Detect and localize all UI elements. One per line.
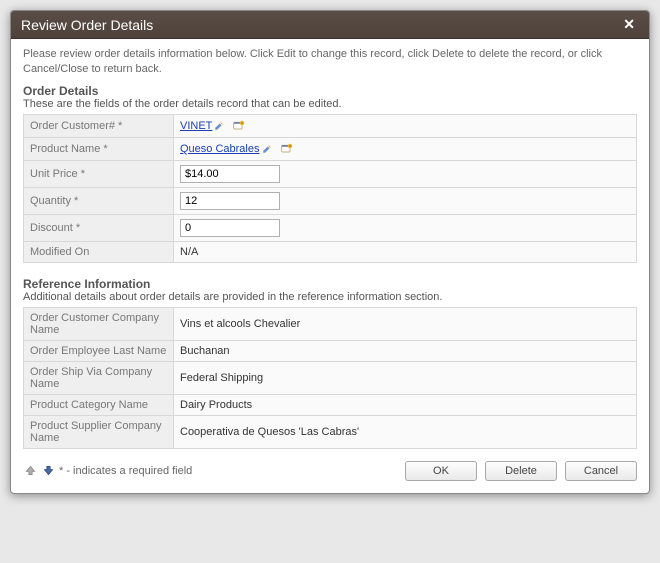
lookup-text: VINET — [180, 120, 212, 132]
row-discount: Discount * — [24, 214, 637, 241]
value-discount — [174, 214, 637, 241]
label-text: Unit Price — [30, 168, 78, 180]
required-asterisk: * — [81, 168, 85, 180]
value-order-customer: VINET — [174, 114, 637, 137]
section-desc-details: These are the fields of the order detail… — [23, 98, 637, 110]
row-cust-company: Order Customer Company Name Vins et alco… — [24, 307, 637, 340]
row-ship-via: Order Ship Via Company Name Federal Ship… — [24, 361, 637, 394]
row-order-customer: Order Customer# * VINET — [24, 114, 637, 137]
value-quantity — [174, 187, 637, 214]
label-cust-company: Order Customer Company Name — [24, 307, 174, 340]
close-icon[interactable]: ✕ — [619, 16, 639, 33]
value-unit-price — [174, 160, 637, 187]
review-order-dialog: Review Order Details ✕ Please review ord… — [10, 10, 650, 494]
label-quantity: Quantity * — [24, 187, 174, 214]
label-prod-cat: Product Category Name — [24, 394, 174, 415]
row-unit-price: Unit Price * — [24, 160, 637, 187]
label-ship-via: Order Ship Via Company Name — [24, 361, 174, 394]
label-prod-supplier: Product Supplier Company Name — [24, 415, 174, 448]
row-prod-supplier: Product Supplier Company Name Cooperativ… — [24, 415, 637, 448]
label-emp-last: Order Employee Last Name — [24, 340, 174, 361]
lookup-text: Queso Cabrales — [180, 143, 260, 155]
value-prod-supplier: Cooperativa de Quesos 'Las Cabras' — [174, 415, 637, 448]
section-title-reference: Reference Information — [23, 277, 637, 291]
dialog-body: Please review order details information … — [11, 39, 649, 493]
label-order-customer: Order Customer# * — [24, 114, 174, 137]
dialog-instructions: Please review order details information … — [23, 47, 637, 78]
label-unit-price: Unit Price * — [24, 160, 174, 187]
section-desc-reference: Additional details about order details a… — [23, 291, 637, 303]
ok-button[interactable]: OK — [405, 461, 477, 481]
value-cust-company: Vins et alcools Chevalier — [174, 307, 637, 340]
quantity-input[interactable] — [180, 192, 280, 210]
required-asterisk: * — [74, 195, 78, 207]
label-modified-on: Modified On — [24, 241, 174, 262]
pencil-icon — [262, 144, 272, 154]
delete-button[interactable]: Delete — [485, 461, 557, 481]
label-text: Product Name — [30, 143, 100, 155]
next-record-icon[interactable] — [41, 464, 55, 478]
order-customer-lookup-link[interactable]: VINET — [180, 120, 224, 132]
row-modified-on: Modified On N/A — [24, 241, 637, 262]
label-text: Discount — [30, 222, 73, 234]
row-quantity: Quantity * — [24, 187, 637, 214]
row-prod-cat: Product Category Name Dairy Products — [24, 394, 637, 415]
product-name-lookup-link[interactable]: Queso Cabrales — [180, 143, 272, 155]
dialog-title: Review Order Details — [21, 17, 153, 33]
value-emp-last: Buchanan — [174, 340, 637, 361]
reference-table: Order Customer Company Name Vins et alco… — [23, 307, 637, 449]
required-asterisk: * — [76, 222, 80, 234]
order-customer-new-icon[interactable] — [231, 119, 247, 133]
value-modified-on: N/A — [174, 241, 637, 262]
footer-left: * - indicates a required field — [23, 464, 192, 478]
required-asterisk: * — [118, 120, 122, 132]
required-hint: * - indicates a required field — [59, 465, 192, 477]
value-product-name: Queso Cabrales — [174, 137, 637, 160]
dialog-footer: * - indicates a required field OK Delete… — [23, 461, 637, 481]
pencil-icon — [214, 121, 224, 131]
label-discount: Discount * — [24, 214, 174, 241]
discount-input[interactable] — [180, 219, 280, 237]
value-prod-cat: Dairy Products — [174, 394, 637, 415]
details-table: Order Customer# * VINET Product Name * — [23, 114, 637, 263]
required-asterisk: * — [103, 143, 107, 155]
label-text: Quantity — [30, 195, 71, 207]
product-name-new-icon[interactable] — [279, 142, 295, 156]
row-product-name: Product Name * Queso Cabrales — [24, 137, 637, 160]
label-text: Order Customer# — [30, 120, 115, 132]
value-ship-via: Federal Shipping — [174, 361, 637, 394]
section-title-details: Order Details — [23, 84, 637, 98]
prev-record-icon[interactable] — [23, 464, 37, 478]
row-emp-last: Order Employee Last Name Buchanan — [24, 340, 637, 361]
unit-price-input[interactable] — [180, 165, 280, 183]
cancel-button[interactable]: Cancel — [565, 461, 637, 481]
dialog-titlebar: Review Order Details ✕ — [11, 11, 649, 39]
footer-buttons: OK Delete Cancel — [405, 461, 637, 481]
label-product-name: Product Name * — [24, 137, 174, 160]
